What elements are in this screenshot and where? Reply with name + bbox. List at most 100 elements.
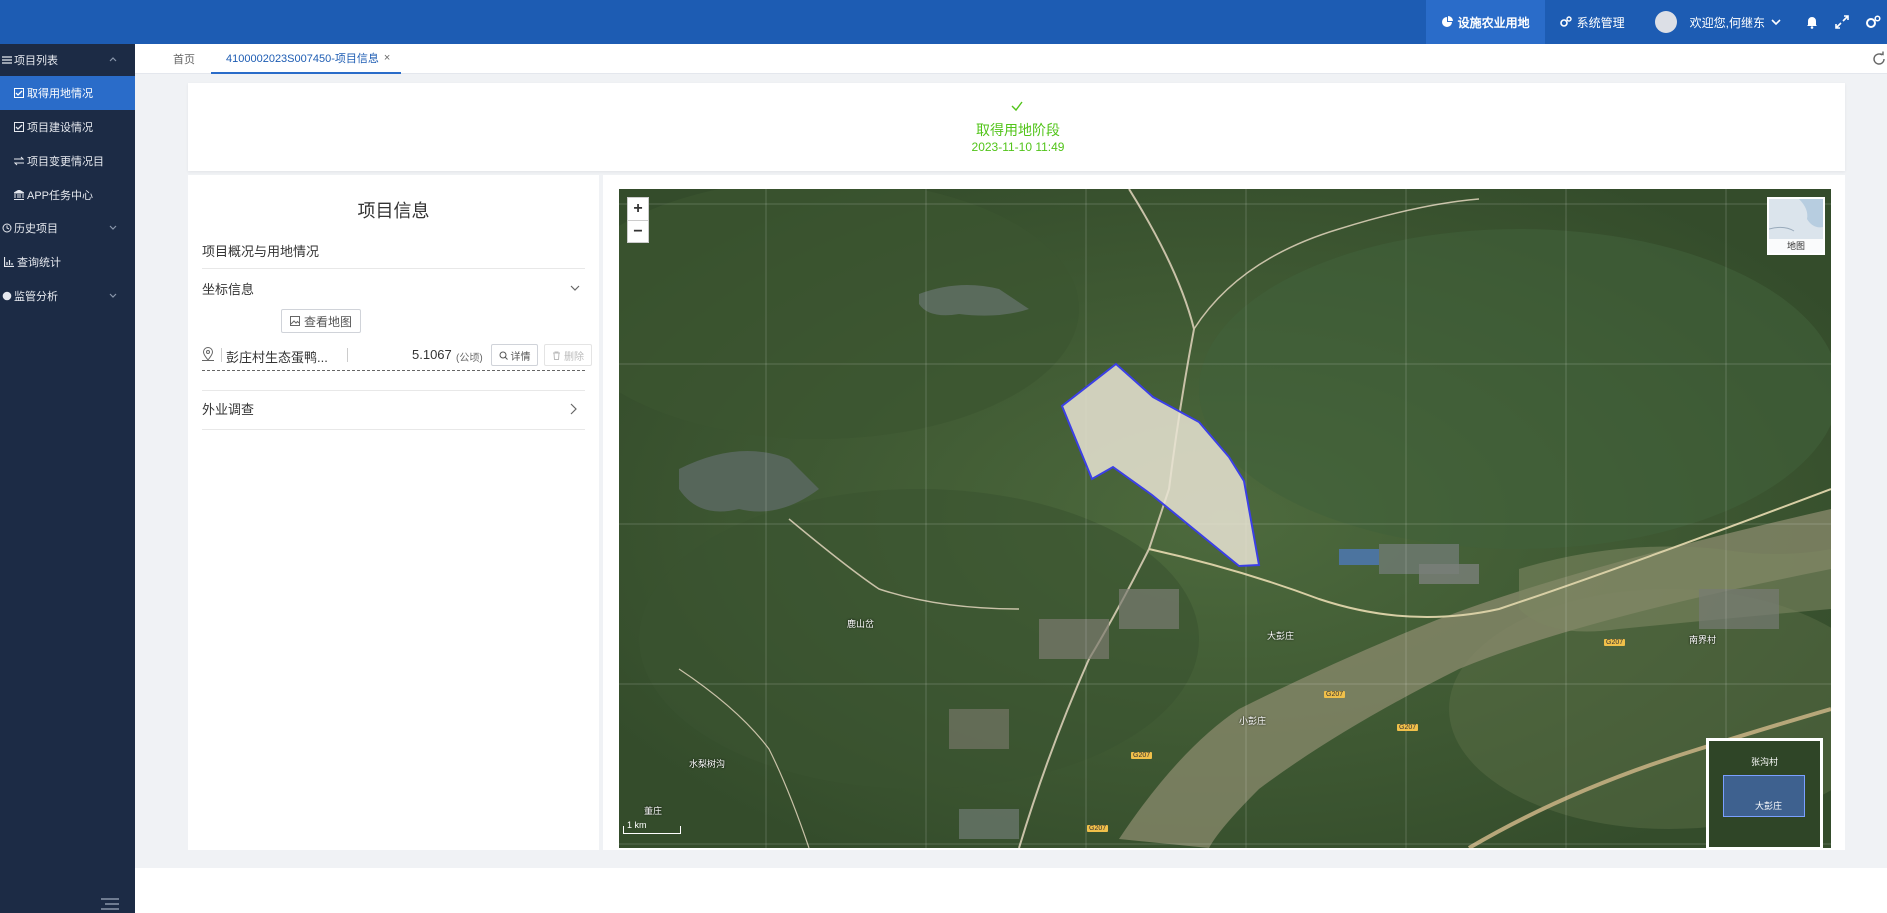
nav-system-admin-label: 系统管理 xyxy=(1576,15,1625,30)
section-overview-label: 项目概况与用地情况 xyxy=(202,244,320,259)
checkbox-icon xyxy=(14,88,24,98)
road-badge: G207 xyxy=(1604,639,1626,646)
chevron-up-icon xyxy=(109,57,117,62)
section-coordinates-label: 坐标信息 xyxy=(202,282,255,297)
chevron-down-icon xyxy=(109,293,117,298)
nav-system-admin[interactable]: 系统管理 xyxy=(1545,0,1640,44)
road-badge: G207 xyxy=(1087,825,1109,832)
top-nav: 设施农业用地 系统管理 欢迎您,何继东 xyxy=(1425,0,1887,44)
history-icon xyxy=(2,223,12,233)
section-coordinates[interactable]: 坐标信息 xyxy=(202,279,585,301)
expand-icon xyxy=(1835,15,1849,29)
tab-project-info[interactable]: 4100002023S007450-项目信息 × xyxy=(211,44,401,74)
sidebar-group-analysis[interactable]: 监管分析 xyxy=(0,280,135,312)
top-bar: 设施农业用地 系统管理 欢迎您,何继东 xyxy=(0,0,1887,44)
road-badge: G207 xyxy=(1131,752,1153,759)
panel-title: 项目信息 xyxy=(357,201,430,221)
project-info-panel: 项目信息 项目概况与用地情况 坐标信息 查看地图 彭庄村生态蛋鸭... 5.10… xyxy=(188,175,599,850)
sidebar-item-label: APP任务中心 xyxy=(27,190,94,202)
chevron-down-icon xyxy=(570,285,580,291)
satellite-imagery xyxy=(619,189,1831,848)
sidebar-group-projects[interactable]: 项目列表 xyxy=(0,44,135,76)
sidebar-item-land-acquisition[interactable]: 取得用地情况 xyxy=(0,76,135,110)
sidebar-item-construction[interactable]: 项目建设情况 xyxy=(0,110,135,144)
map-place-label: 鹿山岔 xyxy=(847,619,875,629)
overview-map[interactable]: 张沟村 大彭庄 xyxy=(1706,738,1823,848)
bank-icon xyxy=(14,190,24,200)
bell-icon xyxy=(1807,17,1817,29)
stage-title: 取得用地阶段 xyxy=(976,122,1060,138)
section-overview: 项目概况与用地情况 xyxy=(202,241,585,269)
sidebar-group-statistics[interactable]: 查询统计 xyxy=(0,244,135,280)
divider xyxy=(221,348,222,362)
trash-icon xyxy=(553,351,560,360)
zoom-control: + − xyxy=(627,197,649,243)
gear-icon xyxy=(1866,15,1881,28)
view-map-label: 查看地图 xyxy=(303,314,352,329)
sidebar-item-changes[interactable]: 项目变更情况目 xyxy=(0,144,135,178)
view-map-button[interactable]: 查看地图 xyxy=(281,309,361,333)
settings-button[interactable] xyxy=(1857,0,1887,44)
tab-project-info-label: 4100002023S007450-项目信息 xyxy=(226,53,379,65)
sidebar-item-label: 项目变更情况目 xyxy=(27,156,104,168)
bar-chart-icon xyxy=(4,257,14,267)
section-field-survey[interactable]: 外业调查 xyxy=(202,390,585,430)
nav-facility-land[interactable]: 设施农业用地 xyxy=(1425,0,1545,44)
map-thumbnail-icon xyxy=(1769,199,1823,239)
parcel-row: 彭庄村生态蛋鸭... 5.1067 (公顷) 详情 删除 xyxy=(202,339,592,371)
collapse-menu-icon[interactable] xyxy=(101,897,119,911)
globe-icon xyxy=(2,291,12,301)
zoom-in-button[interactable]: + xyxy=(628,198,648,220)
sidebar: 项目列表 取得用地情况 项目建设情况 项目变更情况目 APP任务中心 历史项目 … xyxy=(0,44,135,913)
location-pin-icon xyxy=(202,347,214,361)
map-place-label: 南界村 xyxy=(1689,635,1717,645)
parcel-area: 5.1067 xyxy=(412,347,452,362)
fullscreen-button[interactable] xyxy=(1827,0,1857,44)
zoom-out-button[interactable]: − xyxy=(628,220,648,242)
sidebar-item-app-tasks[interactable]: APP任务中心 xyxy=(0,178,135,212)
close-icon[interactable]: × xyxy=(384,52,390,64)
checkbox-icon xyxy=(14,122,24,132)
search-icon xyxy=(499,351,508,360)
tab-home[interactable]: 首页 xyxy=(173,44,195,74)
map-place-label: 董庄 xyxy=(644,806,663,816)
parcel-delete-label: 删除 xyxy=(564,351,584,363)
refresh-icon[interactable] xyxy=(1871,51,1887,67)
parcel-name: 彭庄村生态蛋鸭... xyxy=(226,350,328,365)
notifications-button[interactable] xyxy=(1797,0,1827,44)
avatar xyxy=(1654,11,1677,33)
page-footer-area xyxy=(135,868,1887,913)
parcel-detail-button[interactable]: 详情 xyxy=(491,344,538,366)
road-badge: G207 xyxy=(1397,724,1419,731)
tab-bar: 首页 4100002023S007450-项目信息 × xyxy=(135,44,1887,74)
satellite-map[interactable]: 鹿山岔 大彭庄 小彭庄 水梨树沟 董庄 南界村 G207 G207 G207 G… xyxy=(619,189,1831,848)
map-place-label: 小彭庄 xyxy=(1239,716,1267,726)
overview-label: 大彭庄 xyxy=(1755,801,1783,811)
image-icon xyxy=(289,316,300,326)
nav-facility-land-label: 设施农业用地 xyxy=(1457,15,1530,30)
list-icon xyxy=(2,56,12,64)
map-panel: 鹿山岔 大彭庄 小彭庄 水梨树沟 董庄 南界村 G207 G207 G207 G… xyxy=(603,175,1845,850)
sidebar-item-label: 取得用地情况 xyxy=(27,88,93,100)
basemap-switch[interactable]: 地图 xyxy=(1767,197,1825,255)
parcel-delete-button[interactable]: 删除 xyxy=(544,344,592,366)
sidebar-group-label: 项目列表 xyxy=(14,55,58,67)
sidebar-group-label: 监管分析 xyxy=(14,291,58,303)
stage-time: 2023-11-10 11:49 xyxy=(971,140,1065,154)
chevron-down-icon xyxy=(1771,19,1781,26)
tab-home-label: 首页 xyxy=(173,54,195,66)
exchange-icon xyxy=(14,156,24,166)
parcel-detail-label: 详情 xyxy=(510,351,531,363)
divider xyxy=(347,348,348,362)
basemap-switch-label: 地图 xyxy=(1769,239,1823,253)
map-place-label: 大彭庄 xyxy=(1267,631,1295,641)
user-menu[interactable]: 欢迎您,何继东 xyxy=(1640,0,1797,44)
overview-label: 张沟村 xyxy=(1751,757,1779,767)
sidebar-item-label: 项目建设情况 xyxy=(27,122,93,134)
sidebar-group-history[interactable]: 历史项目 xyxy=(0,212,135,244)
welcome-text: 欢迎您,何继东 xyxy=(1689,15,1765,30)
gears-icon xyxy=(1559,16,1572,27)
section-field-survey-label: 外业调查 xyxy=(202,402,255,417)
road-badge: G207 xyxy=(1324,691,1346,698)
sidebar-group-label: 历史项目 xyxy=(14,223,58,235)
